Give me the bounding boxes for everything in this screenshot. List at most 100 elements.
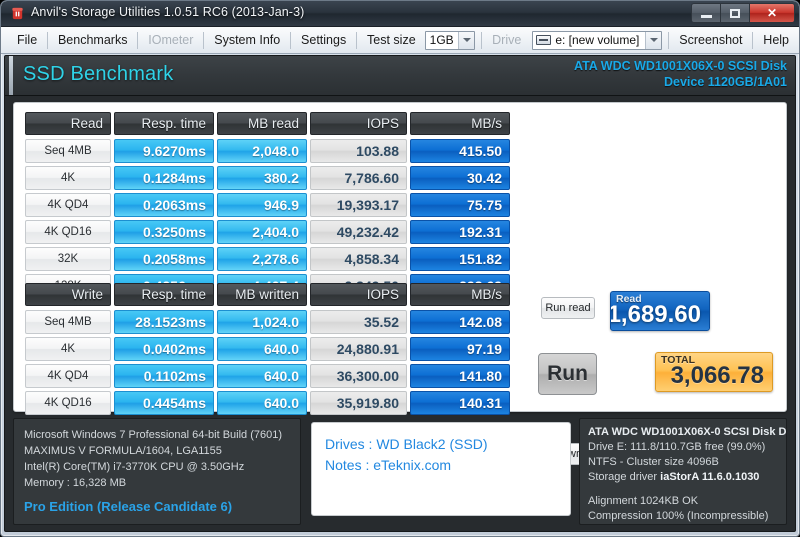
row-mb-read: 2,404.0 [217, 220, 307, 244]
row-resp-time: 0.1284ms [114, 166, 214, 190]
window-buttons: ✕ [691, 3, 795, 23]
row-label: 4K QD16 [25, 391, 111, 415]
read-header-mb: MB read [217, 112, 307, 135]
menu-bar: File Benchmarks IOmeter System Info Sett… [1, 27, 799, 54]
chevron-down-icon[interactable] [458, 31, 475, 49]
row-label: Seq 4MB [25, 310, 111, 334]
notes-drives-line: Drives : WD Black2 (SSD) [325, 436, 488, 452]
row-mbs: 141.80 [410, 364, 510, 388]
row-label: Seq 4MB [25, 139, 111, 163]
system-info-os: Microsoft Windows 7 Professional 64-bit … [24, 429, 283, 441]
test-size-select[interactable]: 1GB [424, 30, 476, 50]
menu-item-file[interactable]: File [7, 30, 47, 50]
table-row: 4K 0.1284ms 380.2 7,786.60 30.42 [25, 166, 510, 190]
row-mbs: 97.19 [410, 337, 510, 361]
read-score-value: 1,689.60 [610, 301, 701, 328]
row-iops: 36,300.00 [310, 364, 407, 388]
menu-item-settings[interactable]: Settings [291, 30, 356, 50]
run-button[interactable]: Run [538, 353, 597, 395]
row-mb-written: 640.0 [217, 364, 307, 388]
row-label: 32K [25, 247, 111, 271]
row-iops: 35,919.80 [310, 391, 407, 415]
row-mb-written: 640.0 [217, 337, 307, 361]
menu-item-benchmarks[interactable]: Benchmarks [48, 30, 137, 50]
minimize-button[interactable] [691, 3, 720, 23]
table-row: 4K 0.0402ms 640.0 24,880.91 97.19 [25, 337, 510, 361]
maximize-icon [730, 8, 740, 18]
write-header-resp: Resp. time [114, 283, 214, 306]
row-mbs: 75.75 [410, 193, 510, 217]
window-title: Anvil's Storage Utilities 1.0.51 RC6 (20… [31, 5, 305, 19]
drive-info-compression: Compression 100% (Incompressible) [588, 510, 769, 522]
table-header-row: Read Resp. time MB read IOPS MB/s [25, 112, 510, 135]
row-resp-time: 0.0402ms [114, 337, 214, 361]
write-header-iops: IOPS [310, 283, 407, 306]
row-iops: 35.52 [310, 310, 407, 334]
total-score-box: TOTAL 3,066.78 [655, 352, 773, 392]
row-resp-time: 0.4454ms [114, 391, 214, 415]
edition-label: Pro Edition (Release Candidate 6) [24, 499, 233, 514]
row-mb-written: 1,024.0 [217, 310, 307, 334]
close-button[interactable]: ✕ [749, 3, 795, 23]
row-iops: 49,232.42 [310, 220, 407, 244]
menu-item-iometer: IOmeter [148, 33, 194, 47]
row-label: 4K [25, 337, 111, 361]
row-mb-written: 640.0 [217, 391, 307, 415]
table-row: Seq 4MB 9.6270ms 2,048.0 103.88 415.50 [25, 139, 510, 163]
row-label: 4K QD4 [25, 193, 111, 217]
read-score-box: Read 1,689.60 [610, 291, 710, 331]
read-header-label: Read [25, 112, 111, 135]
row-resp-time: 28.1523ms [114, 310, 214, 334]
notes-notes-line: Notes : eTeknix.com [325, 457, 452, 473]
menu-item-system-info[interactable]: System Info [204, 30, 290, 50]
table-row: 4K QD4 0.1102ms 640.0 36,300.00 141.80 [25, 364, 510, 388]
drive-select[interactable]: e: [new volume] [532, 30, 663, 50]
row-mb-read: 2,278.6 [217, 247, 307, 271]
table-row: 4K QD4 0.2063ms 946.9 19,393.17 75.75 [25, 193, 510, 217]
application-window: Anvil's Storage Utilities 1.0.51 RC6 (20… [0, 0, 800, 537]
menu-item-help[interactable]: Help [753, 30, 799, 50]
drive-info-filesystem: NTFS - Cluster size 4096B [588, 456, 719, 468]
menu-item-screenshot[interactable]: Screenshot [669, 30, 752, 50]
chevron-down-icon[interactable] [645, 31, 662, 49]
run-read-button[interactable]: Run read [541, 297, 595, 319]
row-resp-time: 0.1102ms [114, 364, 214, 388]
test-size-value: 1GB [429, 33, 454, 47]
drive-info-panel: ATA WDC WD1001X06X-0 SCSI Disk De Drive … [579, 418, 787, 525]
row-label: 4K [25, 166, 111, 190]
drive-info-alignment: Alignment 1024KB OK [588, 495, 699, 507]
test-size-label: Test size [367, 33, 416, 47]
row-mbs: 30.42 [410, 166, 510, 190]
row-resp-time: 0.2063ms [114, 193, 214, 217]
table-row: 4K QD16 0.3250ms 2,404.0 49,232.42 192.3… [25, 220, 510, 244]
row-resp-time: 9.6270ms [114, 139, 214, 163]
read-header-resp: Resp. time [114, 112, 214, 135]
system-info-memory: Memory : 16,328 MB [24, 477, 127, 489]
total-score-value: 3,066.78 [670, 362, 764, 389]
read-results-table: Read Resp. time MB read IOPS MB/s Seq 4M… [25, 112, 510, 301]
system-info-cpu: Intel(R) Core(TM) i7-3770K CPU @ 3.50GHz [24, 461, 245, 473]
maximize-button[interactable] [720, 3, 749, 23]
bottom-info-area: Microsoft Windows 7 Professional 64-bit … [13, 418, 787, 525]
row-iops: 4,858.34 [310, 247, 407, 271]
row-iops: 24,880.91 [310, 337, 407, 361]
system-info-panel: Microsoft Windows 7 Professional 64-bit … [13, 418, 301, 525]
drive-info-title: ATA WDC WD1001X06X-0 SCSI Disk De [588, 426, 787, 438]
notes-box[interactable]: Drives : WD Black2 (SSD) Notes : eTeknix… [311, 422, 571, 516]
table-row: Seq 4MB 28.1523ms 1,024.0 35.52 142.08 [25, 310, 510, 334]
minimize-icon [700, 15, 712, 18]
row-resp-time: 0.2058ms [114, 247, 214, 271]
drive-info-capacity: Drive E: 111.8/110.7GB free (99.0%) [588, 441, 766, 453]
title-bar: Anvil's Storage Utilities 1.0.51 RC6 (20… [1, 1, 799, 27]
row-label: 4K QD4 [25, 364, 111, 388]
drive-label: Drive [492, 33, 522, 47]
read-header-mbs: MB/s [410, 112, 510, 135]
table-row: 4K QD16 0.4454ms 640.0 35,919.80 140.31 [25, 391, 510, 415]
system-info-board: MAXIMUS V FORMULA/1604, LGA1155 [24, 445, 222, 457]
results-panel: Read Resp. time MB read IOPS MB/s Seq 4M… [13, 102, 787, 477]
drive-info-storage-driver: Storage driver iaStorA 11.6.0.1030 [588, 470, 786, 485]
row-mbs: 142.08 [410, 310, 510, 334]
write-header-mbs: MB/s [410, 283, 510, 306]
row-mbs: 151.82 [410, 247, 510, 271]
